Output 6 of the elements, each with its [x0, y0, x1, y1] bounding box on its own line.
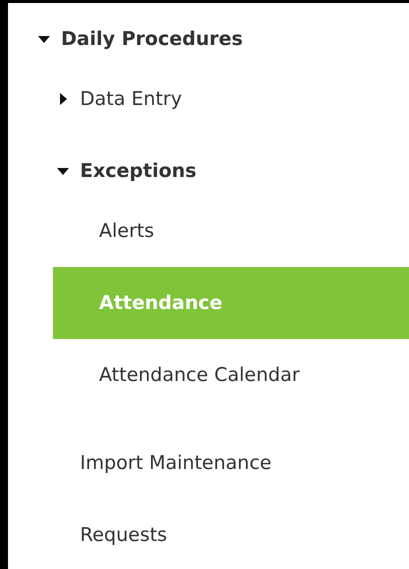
caret-down-icon[interactable] [38, 33, 50, 45]
tree-item[interactable]: Attendance Calendar [53, 339, 409, 411]
caret-down-icon[interactable] [57, 165, 69, 177]
tree-item[interactable]: Requests [8, 499, 409, 569]
caret-right-icon[interactable] [57, 93, 69, 105]
tree-item[interactable]: Import Maintenance [8, 427, 409, 499]
